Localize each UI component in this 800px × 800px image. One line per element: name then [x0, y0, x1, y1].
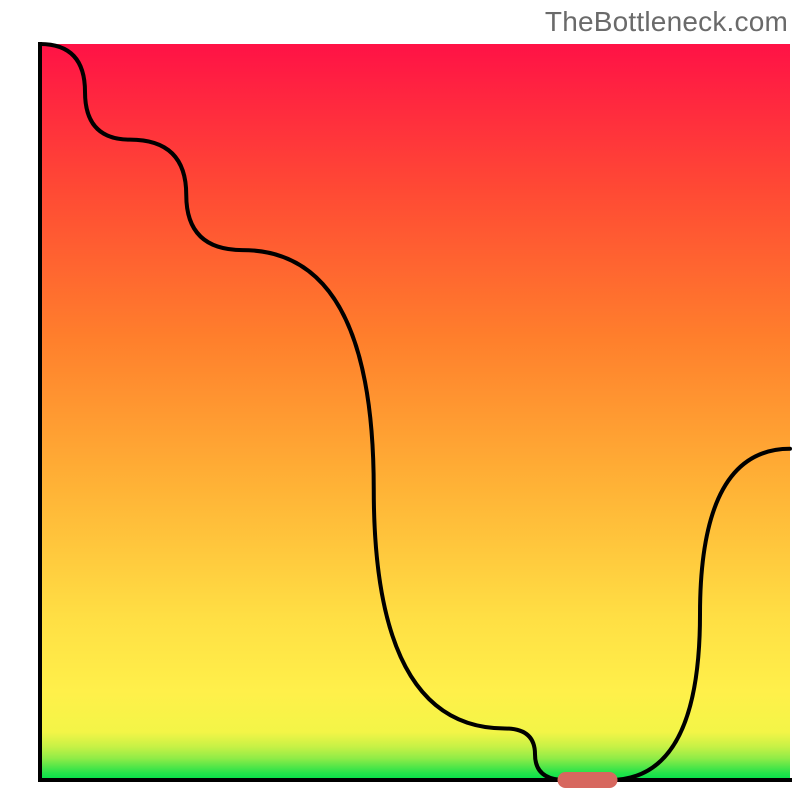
plot-background — [40, 44, 790, 780]
optimal-range-marker — [558, 772, 618, 788]
watermark-text: TheBottleneck.com — [545, 6, 788, 38]
bottleneck-chart — [0, 0, 800, 800]
